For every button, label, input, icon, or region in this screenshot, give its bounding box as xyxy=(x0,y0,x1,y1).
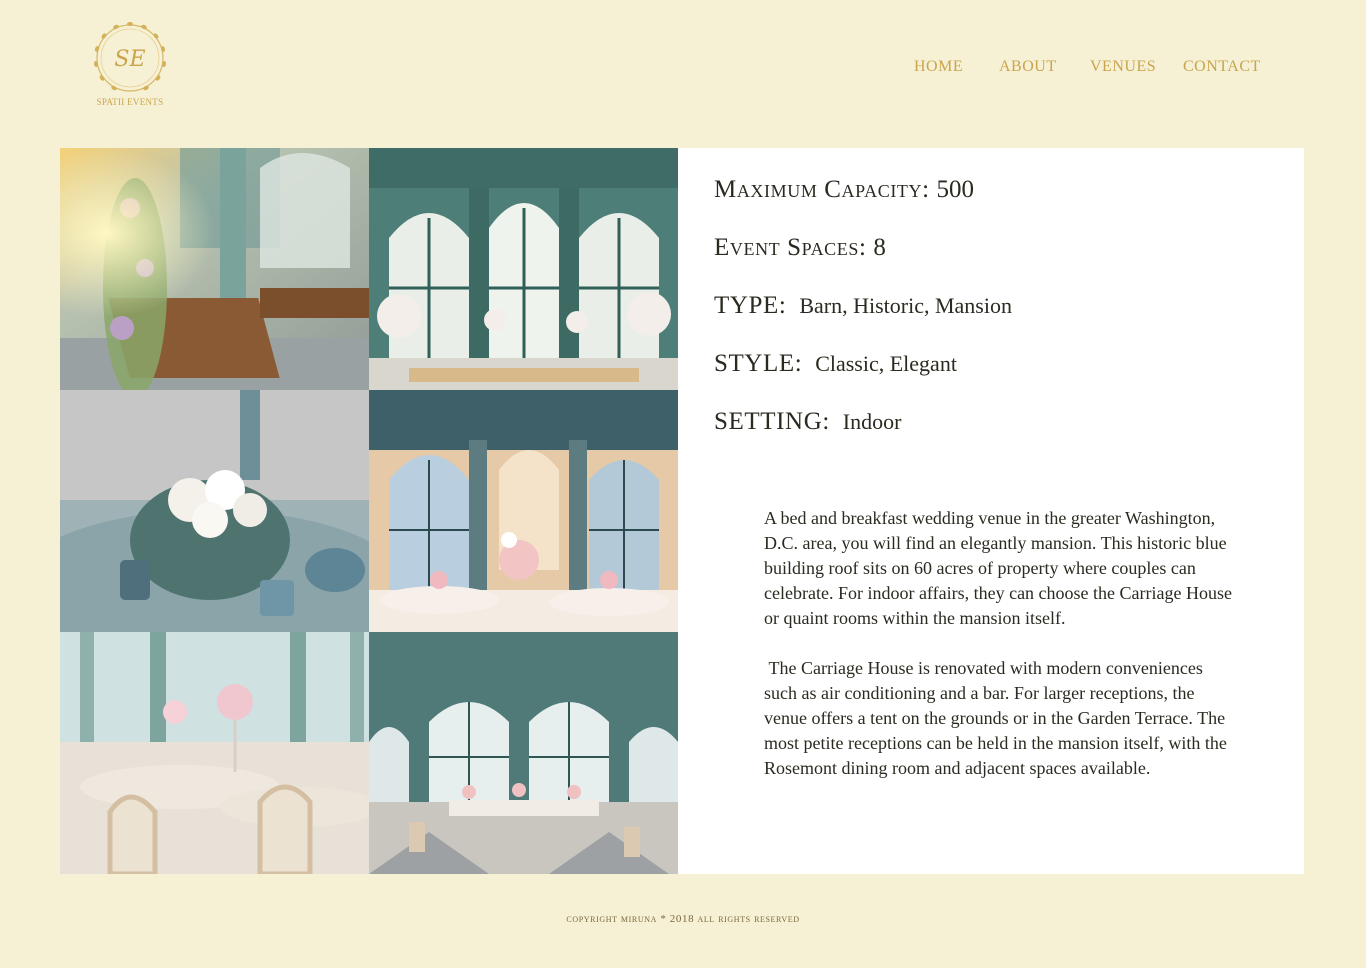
capacity-value: 500 xyxy=(936,176,975,203)
gallery-photo-round-tables[interactable] xyxy=(60,632,369,874)
venue-description: A bed and breakfast wedding venue in the… xyxy=(764,506,1234,806)
detail-event-spaces: Event Spaces: 8 xyxy=(714,234,886,262)
gallery-photo-banquet-hall[interactable] xyxy=(60,148,369,390)
nav-venues[interactable]: VENUES xyxy=(1090,58,1156,76)
type-label: TYPE: xyxy=(714,292,787,319)
description-paragraph: A bed and breakfast wedding venue in the… xyxy=(764,508,1232,628)
detail-type: TYPE: Barn, Historic, Mansion xyxy=(714,292,1012,320)
detail-style: STYLE: Classic, Elegant xyxy=(714,350,957,378)
detail-capacity: Maximum Capacity: 500 xyxy=(714,176,974,204)
nav-home[interactable]: HOME xyxy=(914,58,963,76)
description-paragraph: The Carriage House is renovated with mod… xyxy=(764,658,1232,778)
setting-value: Indoor xyxy=(842,409,902,434)
detail-setting: SETTING: Indoor xyxy=(714,408,901,436)
capacity-label: Maximum Capacity: xyxy=(714,176,930,203)
gallery-photo-reception-hall[interactable] xyxy=(369,390,678,632)
main-nav: HOME ABOUT VENUES CONTACT xyxy=(0,58,1366,82)
nav-about[interactable]: ABOUT xyxy=(999,58,1057,76)
event-spaces-label: Event Spaces: xyxy=(714,234,867,261)
setting-label: SETTING: xyxy=(714,408,830,435)
gallery-photo-head-table[interactable] xyxy=(369,632,678,874)
gallery-photo-centerpiece[interactable] xyxy=(60,390,369,632)
style-label: STYLE: xyxy=(714,350,803,377)
brand-name: SPATII EVENTS xyxy=(96,97,164,107)
nav-contact[interactable]: CONTACT xyxy=(1183,58,1261,76)
event-spaces-value: 8 xyxy=(873,234,886,261)
venue-details-panel: Maximum Capacity: 500 Event Spaces: 8 TY… xyxy=(678,148,1304,874)
photo-gallery xyxy=(60,148,678,874)
type-value: Barn, Historic, Mansion xyxy=(799,293,1012,318)
gallery-photo-ceremony-arches[interactable] xyxy=(369,148,678,390)
footer-copyright: COPYRIGHT MIRUNA * 2018 ALL RIGHTS RESER… xyxy=(566,913,800,925)
style-value: Classic, Elegant xyxy=(815,351,957,376)
